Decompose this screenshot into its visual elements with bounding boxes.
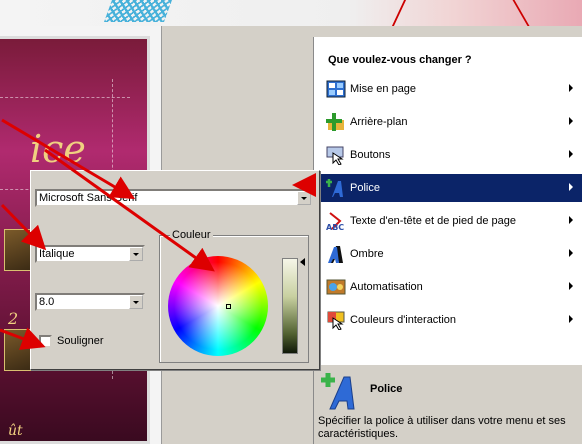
menu-item-label: Arrière-plan	[350, 116, 408, 128]
preview-subtitle: 2	[8, 309, 19, 328]
menu-item-label: Ombre	[350, 248, 384, 260]
task-panel-title: Que voulez-vous changer ?	[328, 54, 472, 66]
task-detail-title: Police	[370, 383, 403, 395]
top-decorative-banner	[0, 0, 582, 26]
shadow-icon	[328, 246, 343, 263]
task-detail-panel: Police Spécifier la police à utiliser da…	[314, 365, 582, 444]
chevron-right-icon	[569, 282, 573, 290]
font-icon	[321, 373, 355, 410]
preview-title: ice	[30, 127, 86, 171]
font-size-select[interactable]: 8.0	[35, 293, 145, 311]
color-group: Couleur	[159, 229, 309, 363]
header-footer-text-icon: ABC	[326, 212, 344, 231]
chevron-down-icon[interactable]	[129, 247, 143, 261]
background-icon	[326, 113, 344, 131]
menu-item-texte-entete-pied[interactable]: ABC Texte d'en-tête et de pied de page	[320, 207, 582, 235]
chevron-right-icon	[569, 183, 573, 191]
chevron-right-icon	[569, 315, 573, 323]
font-style-value: Italique	[39, 248, 75, 260]
font-settings-dialog: Microsoft Sans Serif Italique 8.0 Soulig…	[30, 170, 320, 370]
interaction-colors-icon	[327, 311, 345, 330]
menu-item-arriere-plan[interactable]: Arrière-plan	[320, 108, 582, 136]
chevron-right-icon	[569, 216, 573, 224]
preview-bottom-text: ût	[8, 423, 23, 439]
automation-icon	[326, 279, 346, 295]
chevron-down-icon[interactable]	[297, 191, 311, 205]
menu-item-police[interactable]: Police	[320, 174, 582, 202]
chevron-down-icon[interactable]	[129, 295, 143, 309]
font-size-value: 8.0	[39, 296, 55, 308]
menu-item-label: Mise en page	[350, 83, 417, 95]
menu-item-label: Automatisation	[350, 281, 423, 293]
chevron-right-icon	[569, 249, 573, 257]
task-detail-description: Spécifier la police à utiliser dans votr…	[318, 415, 566, 440]
buttons-icon	[326, 146, 344, 165]
menu-item-label: Couleurs d'interaction	[350, 314, 457, 326]
chevron-right-icon	[569, 117, 573, 125]
menu-item-label: Boutons	[350, 149, 391, 161]
font-style-select[interactable]: Italique	[35, 245, 145, 263]
decorative-line	[512, 0, 530, 26]
chevron-right-icon	[569, 84, 573, 92]
font-icon	[326, 179, 343, 197]
task-panel: Que voulez-vous changer ? Mise en page A…	[313, 37, 582, 444]
menu-item-couleurs-interaction[interactable]: Couleurs d'interaction	[320, 306, 582, 334]
color-marker[interactable]	[226, 304, 231, 309]
svg-text:ABC: ABC	[326, 223, 344, 231]
brightness-slider[interactable]	[282, 258, 298, 354]
brightness-pointer-icon[interactable]	[300, 258, 305, 266]
color-wheel[interactable]	[168, 256, 268, 356]
decorative-line	[391, 0, 407, 26]
guide-line	[0, 97, 130, 98]
font-name-select[interactable]: Microsoft Sans Serif	[35, 189, 313, 207]
underline-checkbox[interactable]	[39, 335, 52, 348]
menu-item-ombre[interactable]: Ombre	[320, 240, 582, 268]
layout-icon	[326, 80, 346, 98]
chevron-right-icon	[569, 150, 573, 158]
underline-label: Souligner	[57, 335, 104, 347]
menu-item-label: Police	[350, 182, 380, 194]
font-name-value: Microsoft Sans Serif	[39, 192, 138, 204]
color-group-label: Couleur	[170, 229, 213, 241]
menu-item-label: Texte d'en-tête et de pied de page	[350, 215, 517, 227]
menu-item-mise-en-page[interactable]: Mise en page	[320, 75, 582, 103]
menu-item-automatisation[interactable]: Automatisation	[320, 273, 582, 301]
mesh-decoration	[103, 0, 173, 22]
menu-item-boutons[interactable]: Boutons	[320, 141, 582, 169]
